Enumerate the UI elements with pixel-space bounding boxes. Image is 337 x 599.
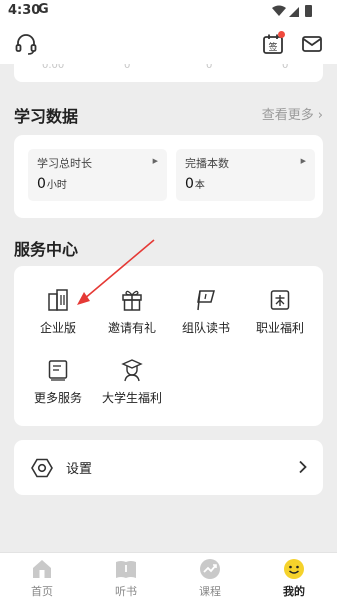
- tab-home[interactable]: 首页: [0, 553, 84, 599]
- service-team-reading[interactable]: 组队读书: [166, 288, 246, 348]
- flag-icon: [197, 290, 215, 311]
- service-section-title: 服务中心: [14, 240, 79, 259]
- service-student-benefit[interactable]: 大学生福利: [92, 358, 172, 418]
- previous-card-fragment: 0.00 0 0 0: [14, 64, 323, 82]
- carrier-icon: G: [38, 2, 49, 17]
- service-label: 邀请有礼: [107, 321, 156, 335]
- course-icon: [200, 559, 220, 579]
- settings-hex-icon: [31, 458, 53, 478]
- stat-label: 完播本数: [185, 157, 229, 170]
- tab-bar: 首页 听书 课程 我的: [0, 552, 337, 599]
- stat-value: 0小时: [37, 176, 67, 192]
- tab-label: 听书: [115, 585, 137, 598]
- book-icon: [116, 561, 136, 578]
- graduate-icon: [121, 359, 143, 382]
- service-label: 更多服务: [33, 391, 82, 405]
- book-open-icon: [48, 360, 68, 381]
- stat-value: 0本: [185, 176, 205, 192]
- smile-icon: [284, 559, 304, 579]
- triangle-right-icon: ▶: [152, 157, 158, 165]
- study-section-title: 学习数据: [14, 107, 79, 126]
- status-bar: 4:30 G: [0, 0, 337, 24]
- tab-label: 课程: [199, 585, 221, 598]
- tab-listen[interactable]: 听书: [84, 553, 168, 599]
- badge-icon: [270, 290, 290, 310]
- chevron-right-icon: [299, 460, 307, 474]
- stat-total-time[interactable]: 学习总时长 ▶ 0小时: [28, 149, 167, 201]
- service-enterprise[interactable]: 企业版: [18, 288, 98, 348]
- study-card: 学习总时长 ▶ 0小时 完播本数 ▶ 0本: [14, 135, 323, 218]
- stat-finished-books[interactable]: 完播本数 ▶ 0本: [176, 149, 315, 201]
- service-label: 企业版: [39, 321, 76, 335]
- stat-label: 学习总时长: [37, 157, 92, 170]
- status-time: 4:30: [8, 3, 41, 18]
- mail-icon[interactable]: [300, 32, 324, 56]
- settings-row[interactable]: 设置: [14, 440, 323, 495]
- tab-label: 首页: [31, 585, 53, 598]
- view-more-link[interactable]: 查看更多 ›: [262, 104, 323, 123]
- service-label: 大学生福利: [101, 391, 162, 405]
- service-career-benefit[interactable]: 职业福利: [240, 288, 320, 348]
- calendar-char: 签: [268, 41, 277, 53]
- tab-label: 我的: [283, 585, 305, 598]
- home-icon: [33, 560, 51, 578]
- building-icon: [48, 289, 68, 311]
- triangle-right-icon: ▶: [300, 157, 306, 165]
- gift-icon: [122, 290, 142, 311]
- service-card: 企业版 邀请有礼 组队读书 职业福利 更多服务 大学生福利: [14, 266, 323, 426]
- notification-badge: [278, 31, 285, 38]
- tab-mine[interactable]: 我的: [252, 553, 336, 599]
- service-label: 职业福利: [255, 321, 304, 335]
- service-label: 组队读书: [181, 321, 230, 335]
- tab-course[interactable]: 课程: [168, 553, 252, 599]
- header: 签: [0, 24, 337, 64]
- chevron-right-icon: ›: [317, 108, 323, 123]
- settings-label: 设置: [66, 462, 93, 477]
- headset-icon[interactable]: [14, 32, 38, 56]
- service-invite[interactable]: 邀请有礼: [92, 288, 172, 348]
- service-more[interactable]: 更多服务: [18, 358, 98, 418]
- view-more-label: 查看更多: [261, 108, 314, 123]
- signal-battery-icon: [272, 5, 312, 17]
